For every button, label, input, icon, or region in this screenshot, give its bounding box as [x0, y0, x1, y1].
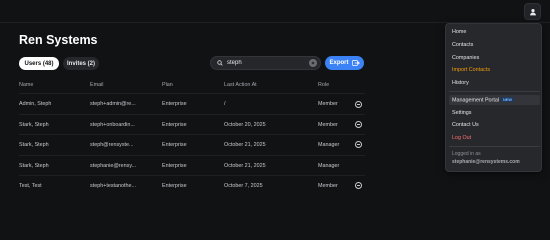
search-icon — [217, 60, 223, 66]
remove-user-button[interactable] — [355, 121, 362, 128]
menu-item-management-portal[interactable]: Management Portal NEW — [452, 97, 514, 104]
cell-role: Member — [318, 101, 338, 107]
account-menu-button[interactable] — [524, 3, 541, 20]
cell-role: Manager — [318, 142, 340, 148]
cell-email: steph@rensyste... — [90, 142, 134, 148]
cell-last-action: October 21, 2025 — [224, 163, 266, 169]
logged-in-label: Logged in as — [452, 151, 481, 157]
export-button[interactable]: Export — [325, 56, 364, 70]
menu-item-contact-us[interactable]: Contact Us — [452, 122, 479, 128]
menu-item-import-contacts[interactable]: Import Contacts — [452, 67, 490, 73]
column-header-role[interactable]: Role — [318, 82, 329, 88]
cell-plan: Enterprise — [162, 101, 187, 107]
logged-in-email: stephanie@rensystems.com — [452, 159, 520, 165]
menu-item-management-portal-label: Management Portal — [452, 97, 500, 104]
export-icon — [351, 60, 360, 66]
tab-users[interactable]: Users (48) — [19, 57, 59, 70]
cell-last-action: October 7, 2025 — [224, 183, 263, 189]
cell-name: Stark, Steph — [19, 122, 49, 128]
cell-email: stephanie@rensy... — [90, 163, 137, 169]
row-divider — [19, 114, 365, 115]
menu-item-log-out[interactable]: Log Out — [452, 135, 471, 141]
row-divider — [19, 134, 365, 135]
remove-user-button[interactable] — [355, 141, 362, 148]
new-badge: NEW — [501, 97, 514, 102]
cell-name: Admin, Steph — [19, 101, 52, 107]
account-dropdown-menu: Home Contacts Companies Import Contacts … — [445, 23, 542, 172]
user-icon — [529, 8, 536, 15]
menu-item-contacts[interactable]: Contacts — [452, 42, 473, 48]
search-field[interactable] — [210, 56, 321, 70]
cell-name: Test, Test — [19, 183, 42, 189]
menu-divider — [449, 91, 540, 92]
menu-item-home[interactable]: Home — [452, 29, 466, 35]
search-input[interactable] — [227, 60, 307, 66]
menu-divider — [449, 146, 540, 147]
cell-last-action: / — [224, 101, 226, 107]
remove-user-button[interactable] — [355, 182, 362, 189]
export-label: Export — [329, 60, 349, 66]
cell-email: steph+onboardin... — [90, 122, 135, 128]
cell-plan: Enterprise — [162, 183, 187, 189]
cell-role: Member — [318, 183, 338, 189]
cell-plan: Enterprise — [162, 142, 187, 148]
column-header-last-action[interactable]: Last Action At — [224, 82, 257, 88]
cell-name: Stark, Steph — [19, 142, 49, 148]
cell-role: Member — [318, 122, 338, 128]
row-divider — [19, 93, 365, 94]
cell-role: Manager — [318, 163, 340, 169]
cell-email: steph+admin@re... — [90, 101, 136, 107]
remove-user-button[interactable] — [355, 101, 362, 108]
row-divider — [19, 155, 365, 156]
clear-search-icon[interactable] — [309, 59, 317, 67]
column-header-name[interactable]: Name — [19, 82, 33, 88]
cell-last-action: October 21, 2025 — [224, 142, 266, 148]
cell-plan: Enterprise — [162, 163, 187, 169]
menu-item-history[interactable]: History — [452, 80, 469, 86]
menu-item-companies[interactable]: Companies — [452, 55, 479, 61]
menu-item-settings[interactable]: Settings — [452, 110, 471, 116]
cell-last-action: October 20, 2025 — [224, 122, 266, 128]
column-header-plan[interactable]: Plan — [162, 82, 173, 88]
cell-name: Stark, Steph — [19, 163, 49, 169]
column-header-email[interactable]: Email — [90, 82, 103, 88]
top-bar — [0, 0, 550, 23]
row-divider — [19, 175, 365, 176]
cell-plan: Enterprise — [162, 122, 187, 128]
tab-invites[interactable]: Invites (2) — [63, 57, 99, 70]
cell-email: steph+testanothe... — [90, 183, 137, 189]
page-title: Ren Systems — [19, 33, 98, 47]
